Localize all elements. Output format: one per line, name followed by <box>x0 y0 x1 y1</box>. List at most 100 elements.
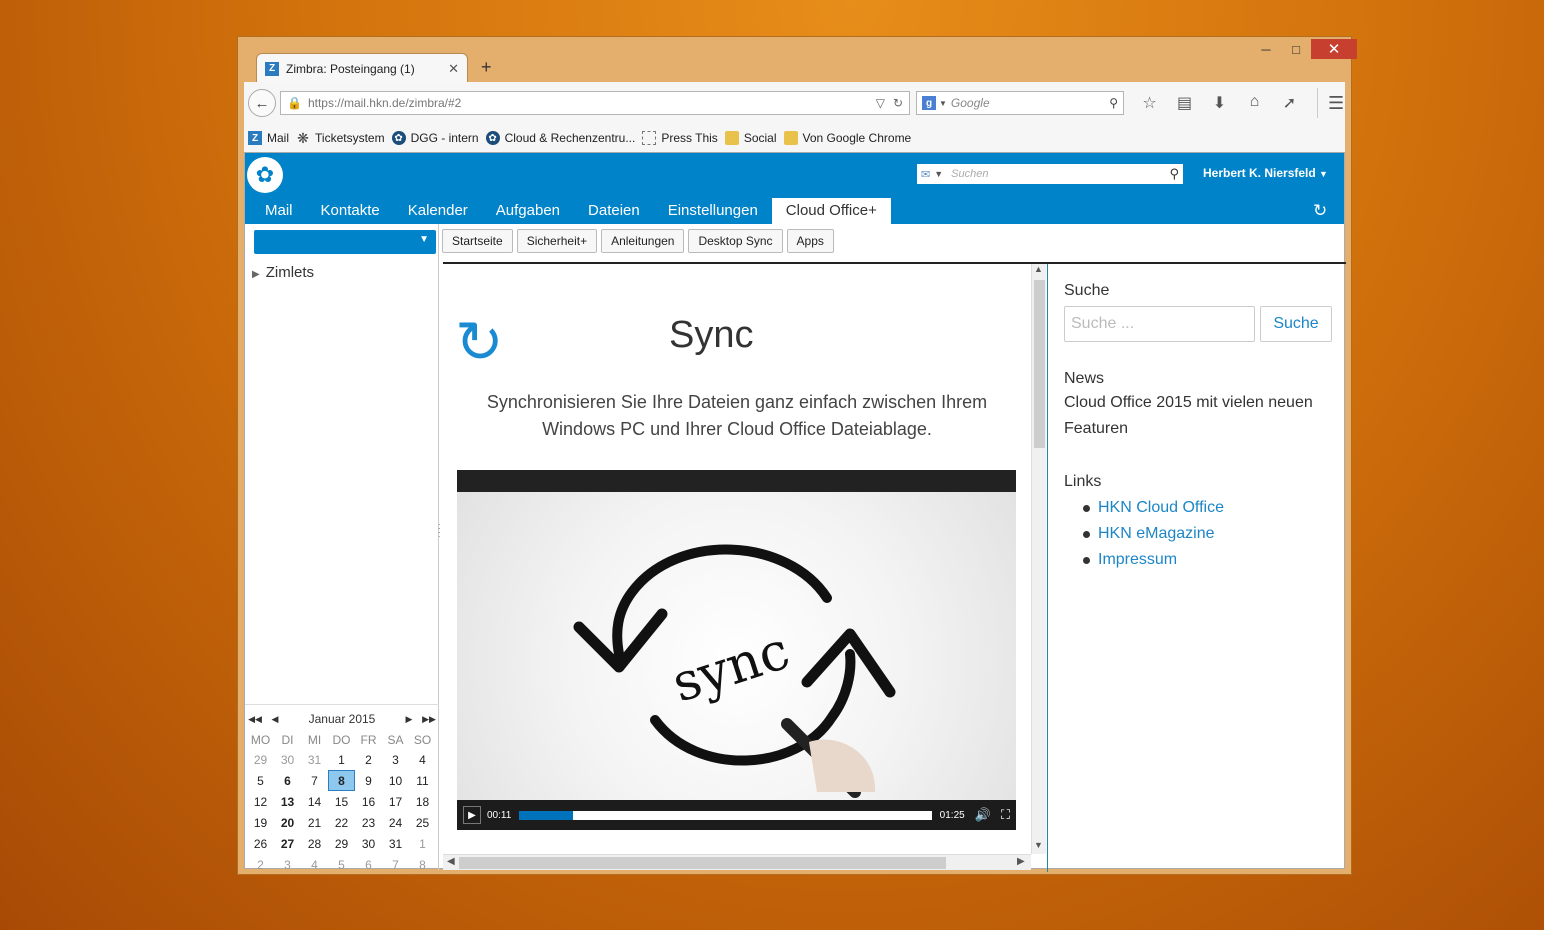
pin-icon[interactable]: ➚ <box>1272 93 1307 113</box>
home-icon[interactable]: ⌂ <box>1237 93 1272 113</box>
calendar-day[interactable]: 1 <box>409 833 436 854</box>
back-arrow-icon[interactable]: ← <box>248 89 276 117</box>
link-impressum[interactable]: Impressum <box>1064 547 1224 573</box>
scroll-down-icon[interactable]: ▼ <box>1034 840 1043 850</box>
calendar-day[interactable]: 5 <box>328 854 355 875</box>
sidebar-search-button[interactable]: Suche <box>1260 306 1332 342</box>
video-frame[interactable]: sync <box>457 492 1016 800</box>
calendar-day[interactable]: 8 <box>409 854 436 875</box>
hkn-logo-icon[interactable]: ✿ <box>247 157 283 193</box>
volume-icon[interactable]: 🔊 <box>975 807 991 823</box>
calendar-day[interactable]: 7 <box>382 854 409 875</box>
next-year-icon[interactable]: ▶▶ <box>419 714 439 725</box>
user-menu[interactable]: Herbert K. Niersfeld ▼ <box>1203 166 1328 180</box>
calendar-day[interactable]: 30 <box>355 833 382 854</box>
calendar-day[interactable]: 13 <box>274 791 301 812</box>
hscroll-thumb[interactable] <box>459 857 946 869</box>
calendar-day[interactable]: 31 <box>382 833 409 854</box>
bookmark-ticketsystem[interactable]: ❋ Ticketsystem <box>296 130 384 146</box>
tab-einstellungen[interactable]: Einstellungen <box>654 198 772 224</box>
news-item[interactable]: Cloud Office 2015 mit vielen neuen Featu… <box>1064 390 1339 442</box>
scroll-left-icon[interactable]: ◀ <box>447 856 455 867</box>
calendar-day[interactable]: 24 <box>382 812 409 833</box>
zimlets-tree-item[interactable]: ▶ Zimlets <box>252 264 314 281</box>
sicherheit-button[interactable]: Sicherheit+ <box>516 229 598 253</box>
calendar-day[interactable]: 28 <box>301 833 328 854</box>
new-tab-icon[interactable]: + <box>481 57 492 78</box>
desktop-sync-button[interactable]: Desktop Sync <box>688 229 783 253</box>
vertical-scrollbar[interactable]: ▲ ▼ <box>1031 264 1046 854</box>
calendar-day[interactable]: 16 <box>355 791 382 812</box>
calendar-day[interactable]: 19 <box>247 812 274 833</box>
folder-select[interactable]: ▼ <box>254 230 436 254</box>
calendar-day[interactable]: 15 <box>328 791 355 812</box>
star-bookmark-icon[interactable]: ☆ <box>1132 93 1167 113</box>
prev-month-icon[interactable]: ◀ <box>265 714 285 725</box>
search-type-caret-icon[interactable]: ▼ <box>934 169 943 179</box>
scroll-right-icon[interactable]: ▶ <box>1017 856 1025 867</box>
next-month-icon[interactable]: ▶ <box>399 714 419 725</box>
maximize-icon[interactable]: □ <box>1281 39 1311 59</box>
calendar-day[interactable]: 18 <box>409 791 436 812</box>
expand-arrow-icon[interactable]: ▶ <box>252 269 260 280</box>
calendar-today[interactable]: 8 <box>328 770 355 791</box>
calendar-day[interactable]: 3 <box>274 854 301 875</box>
minimize-icon[interactable]: ─ <box>1251 39 1281 59</box>
menu-icon[interactable]: ☰ <box>1328 93 1344 114</box>
bookmark-cloud-rechenzentrum[interactable]: ✿ Cloud & Rechenzentru... <box>485 131 635 145</box>
refresh-icon[interactable]: ↻ <box>1313 201 1327 221</box>
calendar-day[interactable]: 4 <box>409 749 436 770</box>
anleitungen-button[interactable]: Anleitungen <box>601 229 685 253</box>
close-window-icon[interactable]: ✕ <box>1311 39 1357 59</box>
download-icon[interactable]: ⬇ <box>1202 93 1237 113</box>
bookmark-von-google-chrome[interactable]: Von Google Chrome <box>783 131 911 145</box>
bookmark-social[interactable]: Social <box>724 131 777 145</box>
bookmark-press-this[interactable]: Press This <box>642 131 718 145</box>
video-player[interactable]: sync ▶ 00:11 01:25 🔊 ⛶ <box>457 470 1016 830</box>
calendar-day[interactable]: 11 <box>409 770 436 791</box>
calendar-day[interactable]: 6 <box>274 770 301 791</box>
calendar-day[interactable]: 9 <box>355 770 382 791</box>
address-bar[interactable]: 🔒 https://mail.hkn.de/zimbra/#2 ▽ ↻ <box>280 91 910 115</box>
calendar-day[interactable]: 21 <box>301 812 328 833</box>
zimbra-search-field[interactable]: ✉ ▼ Suchen ⚲ <box>917 164 1183 184</box>
envelope-icon[interactable]: ✉ <box>921 168 930 181</box>
calendar-day[interactable]: 17 <box>382 791 409 812</box>
bookmark-mail[interactable]: Z Mail <box>248 131 289 145</box>
calendar-day[interactable]: 31 <box>301 749 328 770</box>
link-hkn-cloud-office[interactable]: HKN Cloud Office <box>1064 495 1224 521</box>
calendar-day[interactable]: 7 <box>301 770 328 791</box>
magnifier-icon[interactable]: ⚲ <box>1109 96 1118 110</box>
link-hkn-emagazine[interactable]: HKN eMagazine <box>1064 521 1224 547</box>
progress-bar[interactable] <box>519 810 932 820</box>
calendar-day[interactable]: 1 <box>328 749 355 770</box>
tab-dateien[interactable]: Dateien <box>574 198 654 224</box>
calendar-day[interactable]: 29 <box>247 749 274 770</box>
calendar-day[interactable]: 30 <box>274 749 301 770</box>
play-icon[interactable]: ▶ <box>463 806 481 824</box>
tab-kontakte[interactable]: Kontakte <box>307 198 394 224</box>
calendar-day[interactable]: 3 <box>382 749 409 770</box>
bookmark-dgg-intern[interactable]: ✿ DGG - intern <box>391 131 479 145</box>
engine-caret-icon[interactable]: ▼ <box>939 99 947 108</box>
browser-tab[interactable]: Z Zimbra: Posteingang (1) ✕ <box>256 53 468 83</box>
reload-icon[interactable]: ↻ <box>893 96 903 110</box>
calendar-day[interactable]: 2 <box>355 749 382 770</box>
scroll-up-icon[interactable]: ▲ <box>1034 264 1043 274</box>
tab-mail[interactable]: Mail <box>251 198 307 224</box>
calendar-day[interactable]: 26 <box>247 833 274 854</box>
fullscreen-icon[interactable]: ⛶ <box>1001 807 1010 823</box>
horizontal-scrollbar[interactable]: ◀ ▶ <box>443 854 1031 870</box>
calendar-day[interactable]: 10 <box>382 770 409 791</box>
calendar-day[interactable]: 2 <box>247 854 274 875</box>
calendar-day[interactable]: 12 <box>247 791 274 812</box>
tab-cloud-office[interactable]: Cloud Office+ <box>771 198 891 224</box>
tab-aufgaben[interactable]: Aufgaben <box>482 198 574 224</box>
search-icon[interactable]: ⚲ <box>1169 166 1179 182</box>
calendar-day[interactable]: 5 <box>247 770 274 791</box>
resize-grip-icon[interactable]: ::: <box>438 522 441 539</box>
calendar-day[interactable]: 6 <box>355 854 382 875</box>
tab-kalender[interactable]: Kalender <box>394 198 482 224</box>
calendar-day[interactable]: 14 <box>301 791 328 812</box>
calendar-day[interactable]: 23 <box>355 812 382 833</box>
